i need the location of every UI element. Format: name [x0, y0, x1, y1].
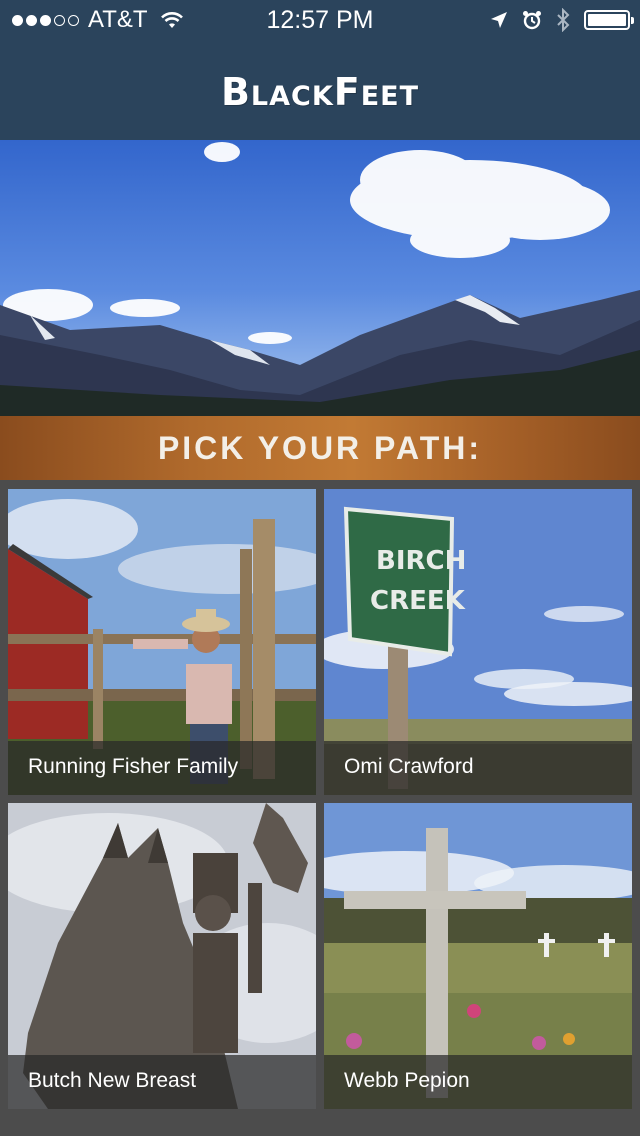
top-bar: AT&T 12:57 PM BlackFeet — [0, 0, 640, 140]
app-title: BlackFeet — [220, 70, 420, 114]
tile-caption: Webb Pepion — [324, 1055, 632, 1109]
status-right — [476, 8, 634, 32]
tile-label: Running Fisher Family — [28, 755, 239, 778]
path-tile-butch-new-breast[interactable]: Butch New Breast — [8, 803, 316, 1109]
tile-caption: Butch New Breast — [8, 1055, 316, 1109]
status-bar: AT&T 12:57 PM — [0, 0, 640, 40]
tile-label: Omi Crawford — [344, 755, 474, 778]
tile-label: Webb Pepion — [344, 1069, 470, 1092]
pick-path-banner: PICK YOUR PATH: — [0, 416, 640, 480]
svg-text:BIRCH: BIRCH — [376, 546, 466, 576]
bluetooth-icon — [557, 8, 570, 32]
path-tile-omi-crawford[interactable]: BIRCH CREEK Omi Crawford — [324, 489, 632, 795]
path-tile-running-fisher[interactable]: Running Fisher Family — [8, 489, 316, 795]
tile-caption: Omi Crawford — [324, 741, 632, 795]
pick-path-heading: PICK YOUR PATH: — [157, 430, 483, 466]
alarm-clock-icon — [523, 11, 541, 30]
path-tile-webb-pepion[interactable]: Webb Pepion — [324, 803, 632, 1109]
location-arrow-icon — [491, 12, 507, 28]
path-grid: Running Fisher Family BIRCH CREEK Omi Cr… — [0, 480, 640, 1136]
tile-caption: Running Fisher Family — [8, 741, 316, 795]
hero-image — [0, 140, 640, 416]
svg-text:CREEK: CREEK — [370, 586, 466, 616]
battery-icon — [584, 10, 634, 30]
tile-label: Butch New Breast — [28, 1069, 197, 1092]
